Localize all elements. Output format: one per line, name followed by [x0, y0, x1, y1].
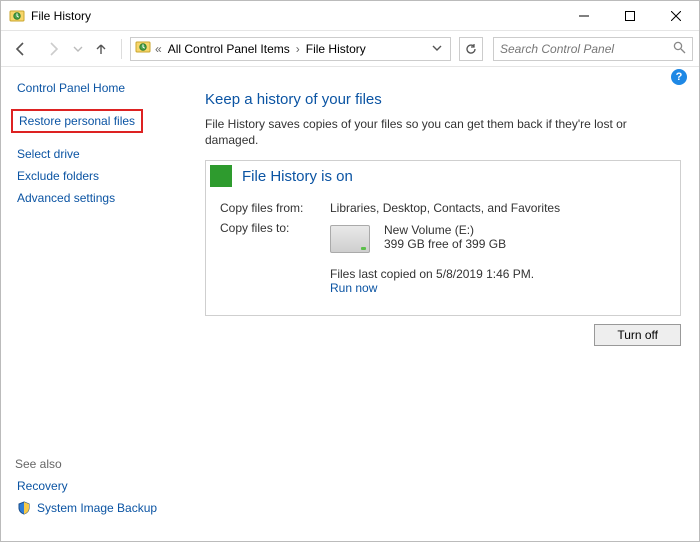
- address-bar[interactable]: « All Control Panel Items › File History: [130, 37, 451, 61]
- breadcrumb-seg1[interactable]: All Control Panel Items: [166, 42, 292, 56]
- window-title: File History: [31, 9, 561, 23]
- forward-button[interactable]: [39, 35, 67, 63]
- recent-locations-button[interactable]: [71, 35, 85, 63]
- app-icon: [9, 8, 25, 24]
- shield-icon: [17, 501, 31, 515]
- breadcrumb-sep: «: [153, 42, 164, 56]
- status-title: File History is on: [242, 168, 353, 185]
- see-also-section: See also Recovery System Image Backup: [15, 457, 157, 523]
- system-image-backup-link[interactable]: System Image Backup: [17, 501, 157, 515]
- window-controls: [561, 1, 699, 30]
- restore-files-highlight: Restore personal files: [11, 109, 143, 133]
- navbar: « All Control Panel Items › File History…: [1, 31, 699, 67]
- copy-from-label: Copy files from:: [220, 201, 330, 215]
- last-copied-text: Files last copied on 5/8/2019 1:46 PM.: [330, 267, 666, 281]
- back-button[interactable]: [7, 35, 35, 63]
- status-header: File History is on: [206, 161, 680, 191]
- close-button[interactable]: [653, 1, 699, 30]
- restore-files-link[interactable]: Restore personal files: [19, 114, 135, 128]
- maximize-button[interactable]: [607, 1, 653, 30]
- recovery-link[interactable]: Recovery: [17, 479, 157, 493]
- drive-space: 399 GB free of 399 GB: [384, 237, 506, 251]
- drive-name: New Volume (E:): [384, 223, 506, 237]
- status-indicator-icon: [210, 165, 232, 187]
- see-also-label: See also: [15, 457, 157, 471]
- address-icon: [135, 39, 151, 58]
- advanced-settings-link[interactable]: Advanced settings: [17, 191, 187, 205]
- breadcrumb-chevron-icon[interactable]: ›: [294, 42, 302, 56]
- search-input[interactable]: Search Control Panel: [493, 37, 693, 61]
- help-icon[interactable]: ?: [671, 69, 687, 85]
- refresh-button[interactable]: [459, 37, 483, 61]
- copy-to-label: Copy files to:: [220, 221, 330, 295]
- sidebar: Control Panel Home Restore personal file…: [1, 67, 201, 541]
- nav-separator: [121, 39, 122, 59]
- up-button[interactable]: [89, 37, 113, 61]
- breadcrumb-seg2[interactable]: File History: [304, 42, 368, 56]
- page-heading: Keep a history of your files: [205, 91, 681, 108]
- address-dropdown-icon[interactable]: [428, 42, 446, 56]
- status-panel: File History is on Copy files from: Libr…: [205, 160, 681, 316]
- turn-off-button[interactable]: Turn off: [594, 324, 681, 346]
- drive-icon: [330, 225, 370, 253]
- page-subtext: File History saves copies of your files …: [205, 116, 681, 148]
- main-panel: ? Keep a history of your files File Hist…: [201, 67, 699, 541]
- search-icon: [673, 41, 686, 57]
- content-area: Control Panel Home Restore personal file…: [1, 67, 699, 541]
- select-drive-link[interactable]: Select drive: [17, 147, 187, 161]
- exclude-folders-link[interactable]: Exclude folders: [17, 169, 187, 183]
- copy-from-value: Libraries, Desktop, Contacts, and Favori…: [330, 201, 666, 215]
- minimize-button[interactable]: [561, 1, 607, 30]
- run-now-link[interactable]: Run now: [330, 281, 666, 295]
- control-panel-home-link[interactable]: Control Panel Home: [17, 81, 187, 95]
- search-placeholder: Search Control Panel: [500, 42, 673, 56]
- titlebar: File History: [1, 1, 699, 31]
